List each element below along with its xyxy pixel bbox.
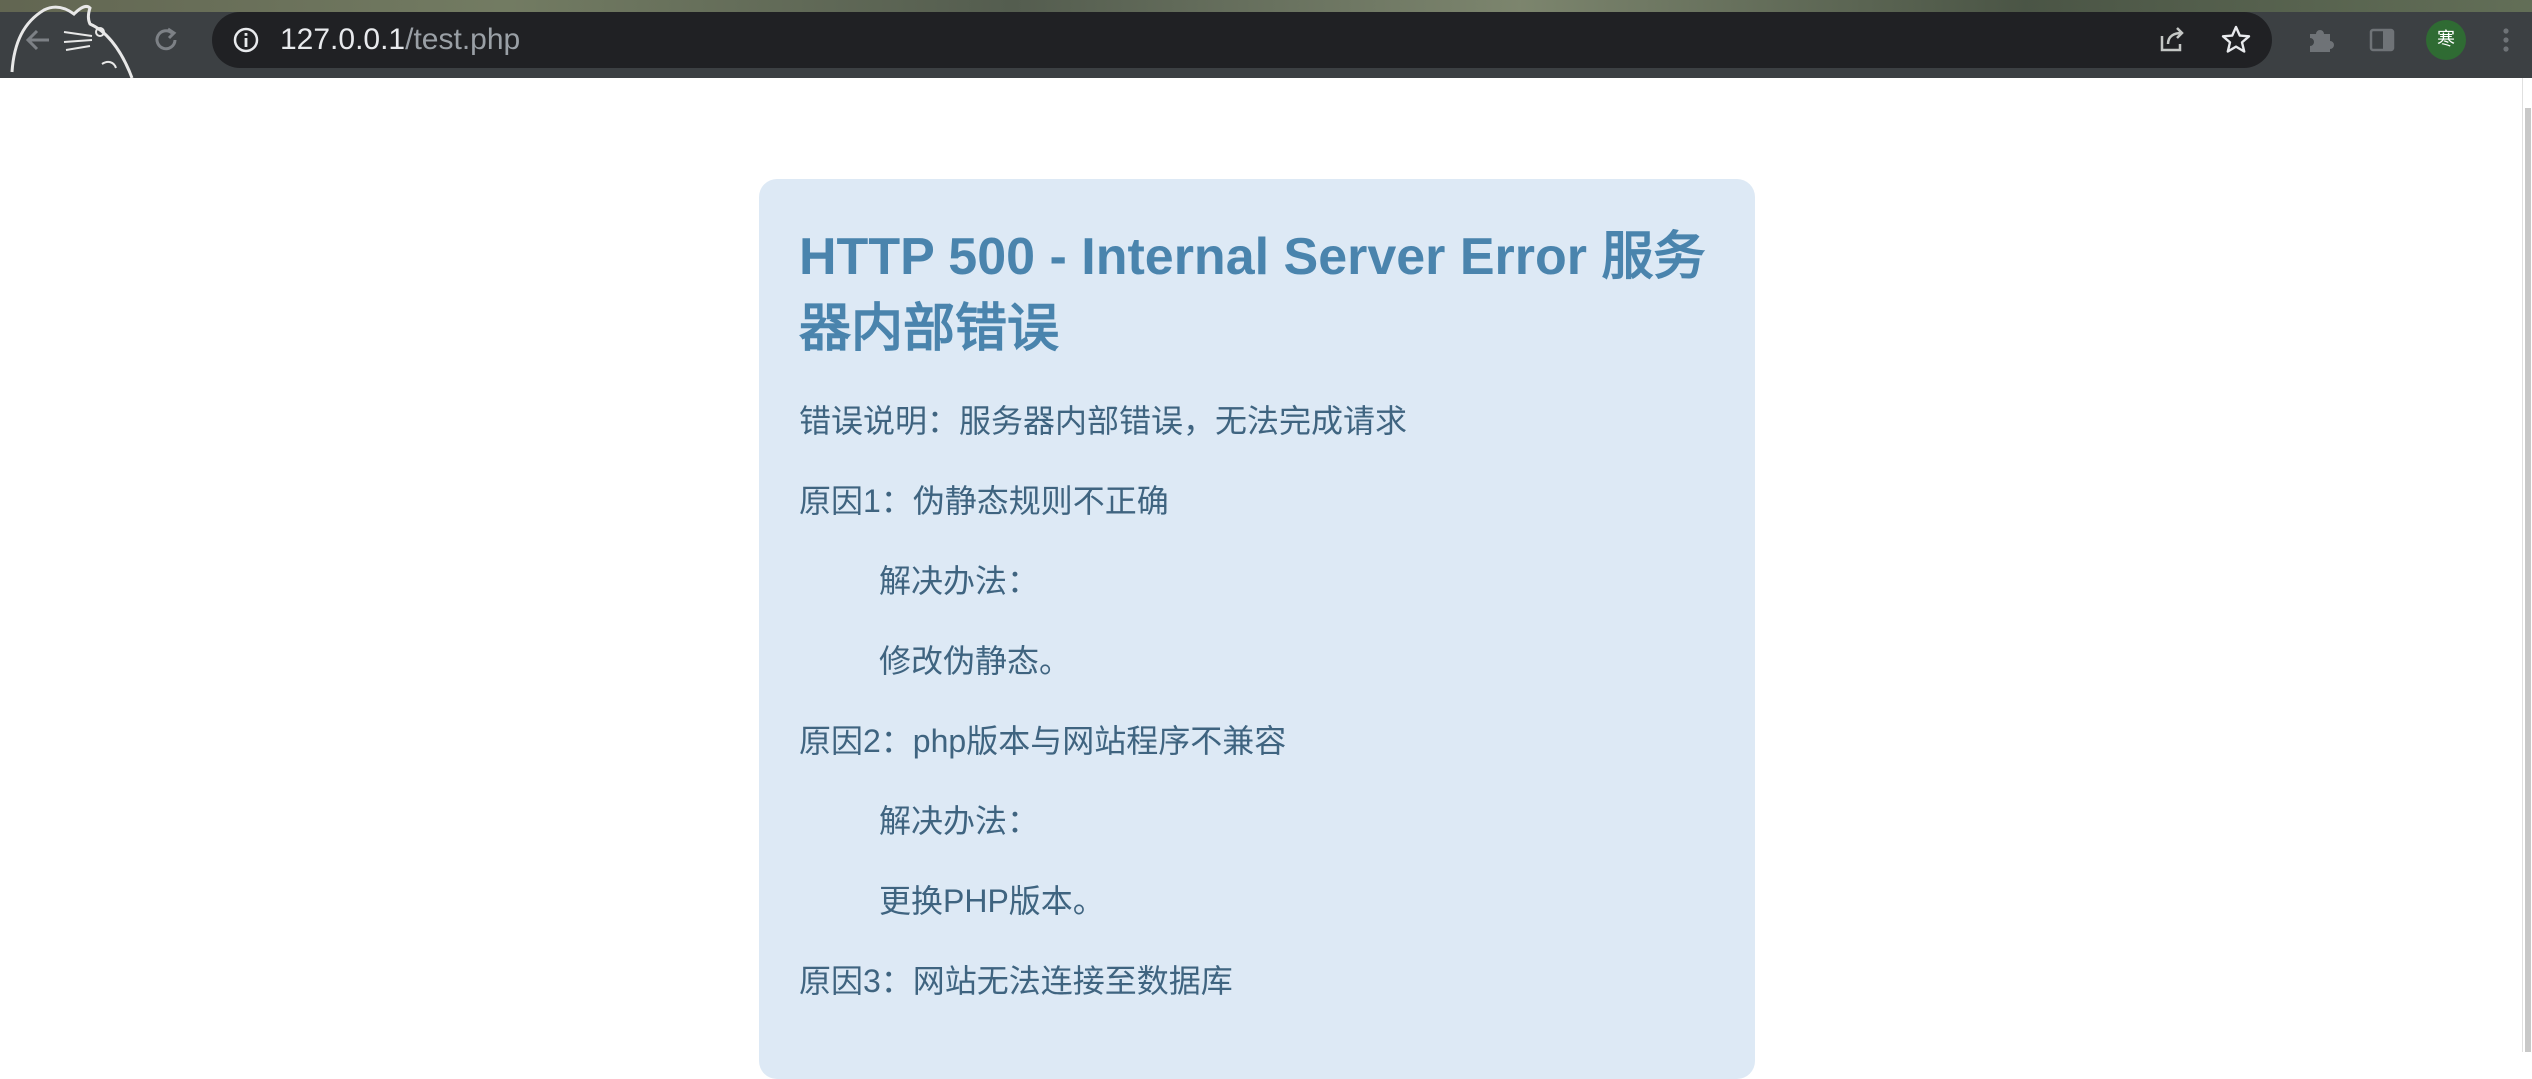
theme-background <box>0 0 2532 12</box>
page-scrollbar[interactable] <box>2522 78 2532 1052</box>
reason-2: 原因2：php版本与网站程序不兼容 <box>799 723 1287 759</box>
reload-button[interactable] <box>148 22 184 58</box>
star-icon[interactable] <box>2220 24 2252 56</box>
browser-toolbar: 127.0.0.1/test.php 寒 <box>0 0 2532 78</box>
solution-2-text: 更换PHP版本。 <box>879 883 1105 919</box>
info-icon[interactable] <box>232 26 260 54</box>
side-panel-icon[interactable] <box>2364 22 2400 58</box>
url-path: /test.php <box>405 23 521 56</box>
puzzle-icon[interactable] <box>2302 22 2338 58</box>
share-icon[interactable] <box>2156 24 2188 56</box>
scrollbar-thumb[interactable] <box>2525 108 2531 1052</box>
reason-3: 原因3：网站无法连接至数据库 <box>799 963 1233 999</box>
error-card: HTTP 500 - Internal Server Error 服务器内部错误… <box>759 179 1755 1079</box>
kebab-menu-icon[interactable] <box>2498 22 2514 58</box>
error-title: HTTP 500 - Internal Server Error 服务器内部错误 <box>799 228 1706 358</box>
reload-icon <box>155 27 177 51</box>
reason-1: 原因1：伪静态规则不正确 <box>799 483 1169 519</box>
solution-1-label: 解决办法： <box>879 563 1040 599</box>
profile-avatar[interactable]: 寒 <box>2426 20 2466 60</box>
solution-1-text: 修改伪静态。 <box>879 643 1072 679</box>
url-text[interactable]: 127.0.0.1/test.php <box>280 24 520 56</box>
back-button[interactable] <box>20 22 56 58</box>
solution-2-label: 解决办法： <box>879 803 1040 839</box>
address-bar[interactable]: 127.0.0.1/test.php <box>212 12 2272 68</box>
url-host: 127.0.0.1 <box>280 23 406 56</box>
error-description: 错误说明：服务器内部错误，无法完成请求 <box>799 403 1408 439</box>
back-arrow-icon <box>25 29 49 51</box>
